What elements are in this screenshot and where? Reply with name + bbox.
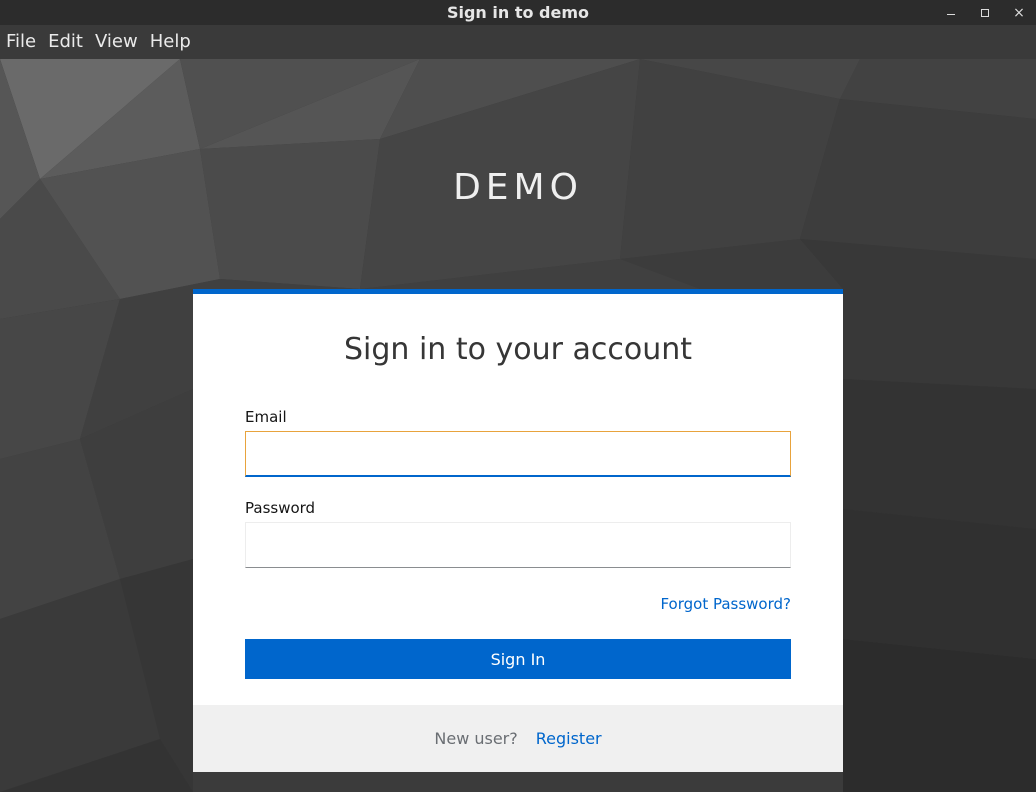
window-title: Sign in to demo <box>446 3 590 22</box>
menu-edit[interactable]: Edit <box>42 25 89 59</box>
email-field[interactable] <box>245 431 791 477</box>
menu-view[interactable]: View <box>89 25 144 59</box>
app-window: Sign in to demo × File Edit View Help DE… <box>0 0 1036 792</box>
email-label: Email <box>245 408 287 426</box>
maximize-button[interactable] <box>968 0 1002 25</box>
page-content: DEMO Sign in to your account Email Passw… <box>0 59 1036 792</box>
sign-in-button[interactable]: Sign In <box>245 639 791 679</box>
login-title: Sign in to your account <box>343 332 693 367</box>
login-card: Sign in to your account Email Password F… <box>193 289 843 772</box>
menu-file[interactable]: File <box>0 25 42 59</box>
maximize-icon <box>981 8 989 17</box>
close-icon: × <box>1013 4 1025 21</box>
brand-title: DEMO <box>453 167 583 208</box>
forgot-password-link[interactable]: Forgot Password? <box>660 595 791 613</box>
close-button[interactable]: × <box>1002 0 1036 25</box>
minimize-icon <box>947 14 955 15</box>
menu-bar: File Edit View Help <box>0 25 1036 59</box>
minimize-button[interactable] <box>934 0 968 25</box>
menu-help[interactable]: Help <box>144 25 197 59</box>
new-user-text: New user? <box>434 729 518 748</box>
password-field[interactable] <box>245 522 791 568</box>
password-label: Password <box>245 499 316 517</box>
register-link[interactable]: Register <box>536 729 602 748</box>
login-footer: New user? Register <box>193 705 843 772</box>
window-controls: × <box>934 0 1036 25</box>
title-bar: Sign in to demo × <box>0 0 1036 25</box>
